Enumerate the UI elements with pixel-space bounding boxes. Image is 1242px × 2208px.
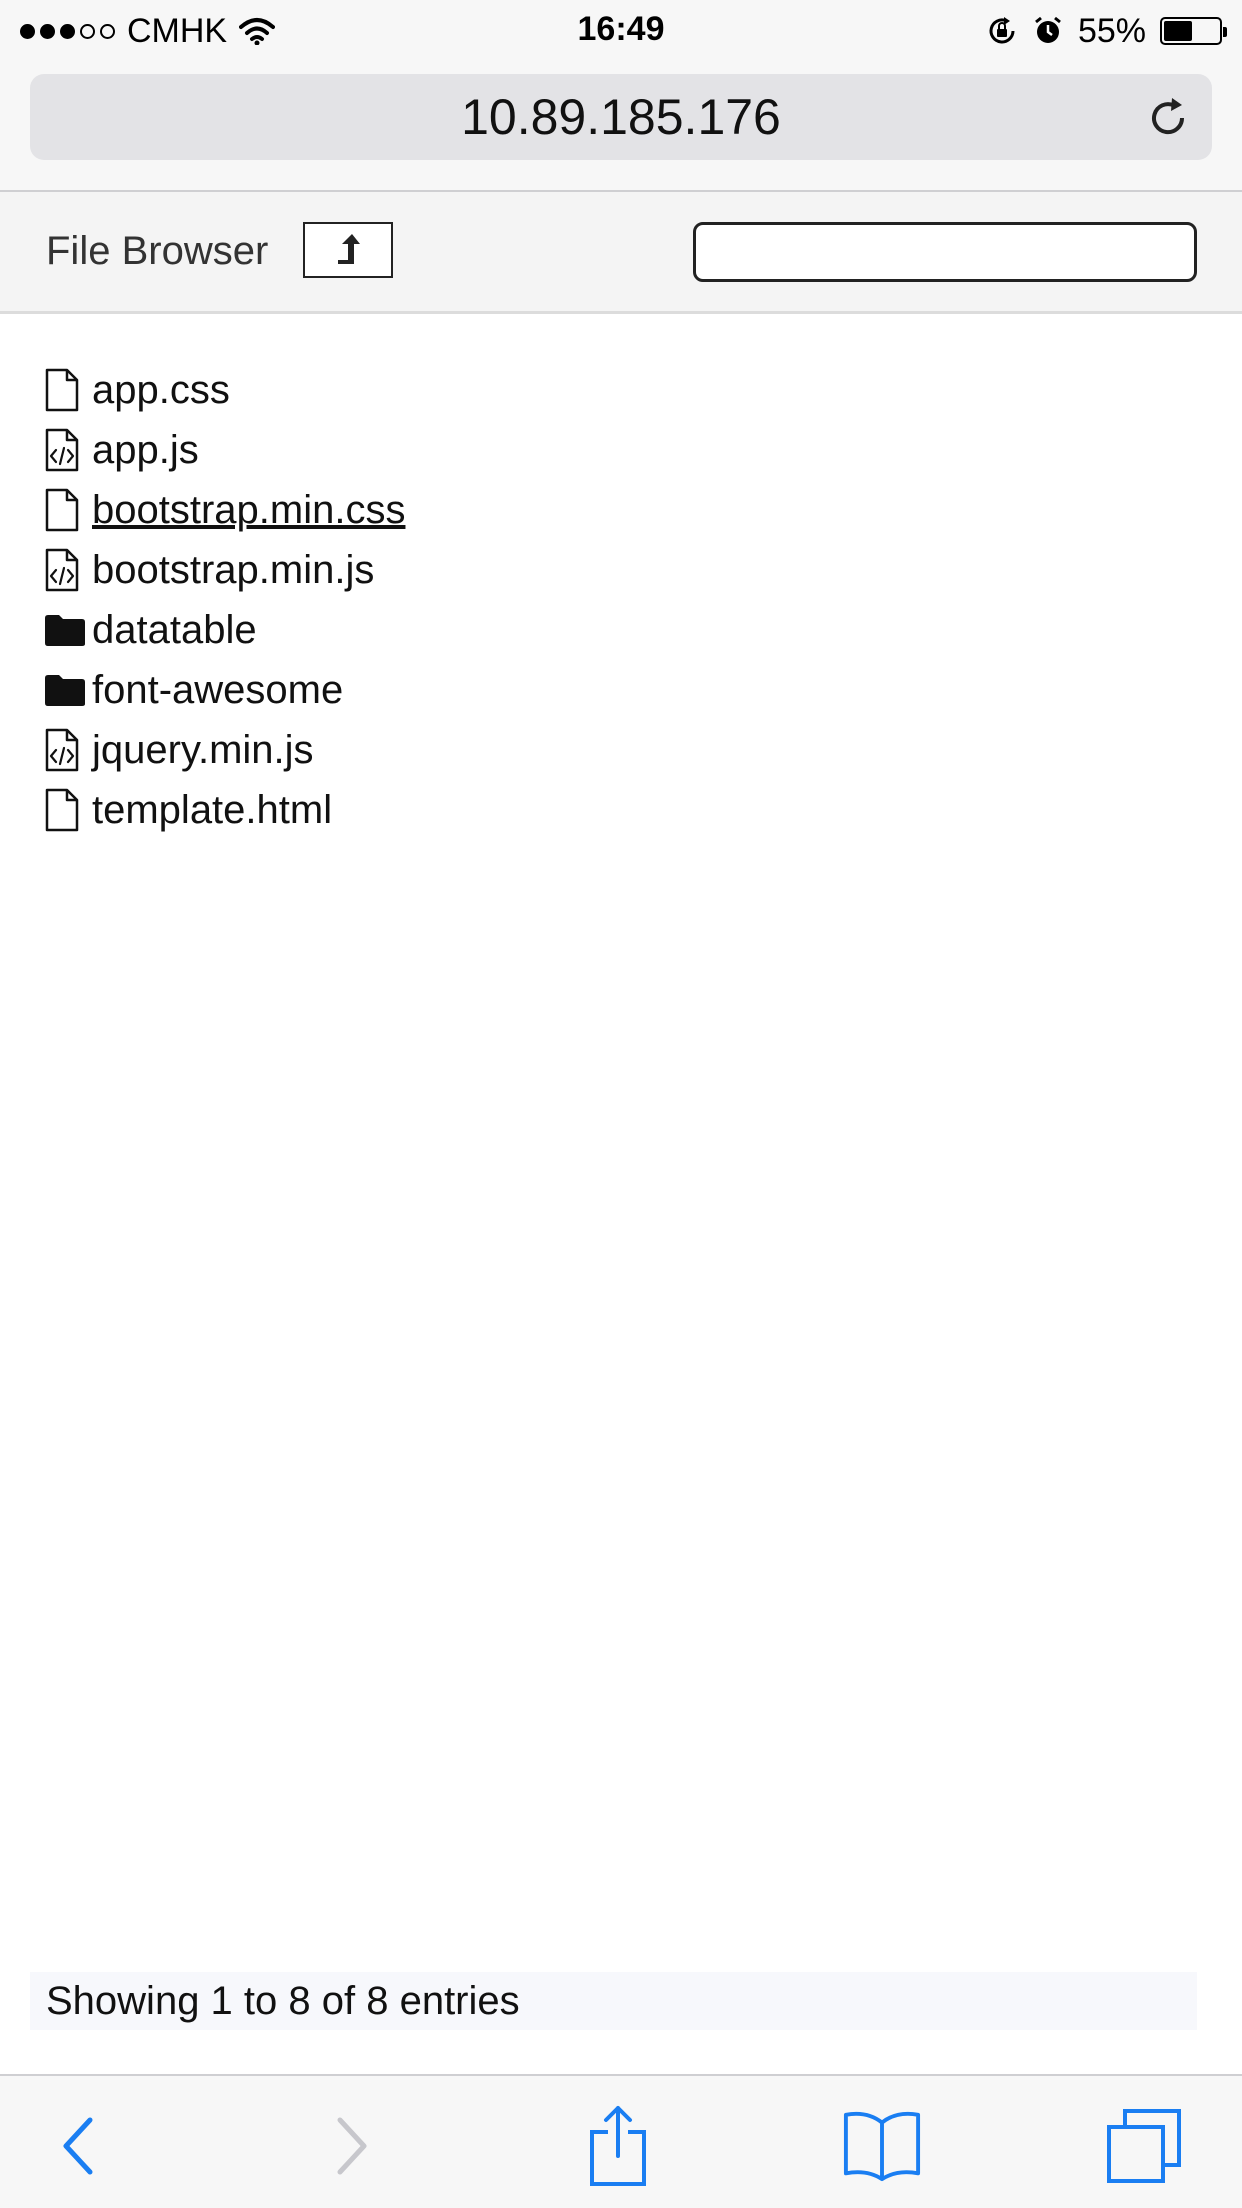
file-list-item[interactable]: bootstrap.min.css [44, 480, 405, 540]
status-bar: CMHK 16:49 55% [0, 0, 1242, 62]
file-icon [44, 485, 90, 535]
status-bar-right: 55% [986, 10, 1227, 52]
file-icon [44, 785, 90, 835]
alarm-icon [1035, 16, 1061, 43]
bookmarks-icon [843, 2111, 921, 2182]
folder-name-link[interactable]: font-awesome [92, 668, 343, 713]
file-list-item[interactable]: jquery.min.js [44, 720, 405, 780]
file-list-item[interactable]: app.js [44, 420, 405, 480]
tabs-icon [1107, 2109, 1181, 2183]
file-list: app.css app.js bootstrap.min.css bootstrap.… [44, 360, 405, 840]
file-name-link[interactable]: app.css [92, 368, 230, 413]
browser-toolbar [0, 2074, 1242, 2208]
folder-name-link[interactable]: datatable [92, 608, 257, 653]
forward-icon [337, 2117, 367, 2175]
address-bar[interactable]: 10.89.185.176 [30, 74, 1212, 160]
file-name-link[interactable]: template.html [92, 788, 332, 833]
file-name-link[interactable]: app.js [92, 428, 199, 473]
entries-info-text: Showing 1 to 8 of 8 entries [46, 1979, 520, 2023]
file-icon [44, 365, 90, 415]
file-list-item[interactable]: font-awesome [44, 660, 405, 720]
file-browser-header: File Browser [0, 192, 1242, 314]
file-name-link[interactable]: bootstrap.min.js [92, 548, 374, 593]
share-button[interactable] [578, 2106, 658, 2186]
battery-icon [1160, 17, 1227, 45]
folder-icon [44, 665, 90, 715]
code-file-icon [44, 425, 90, 475]
search-input[interactable] [693, 222, 1197, 282]
reload-icon[interactable] [1144, 94, 1192, 142]
bookmarks-button[interactable] [842, 2106, 922, 2186]
file-name-link[interactable]: bootstrap.min.css [92, 488, 405, 533]
back-icon [63, 2117, 93, 2175]
orientation-lock-icon [989, 17, 1015, 44]
file-list-item[interactable]: app.css [44, 360, 405, 420]
page-title: File Browser [46, 229, 269, 273]
file-list-item[interactable]: template.html [44, 780, 405, 840]
code-file-icon [44, 545, 90, 595]
share-icon [590, 2106, 646, 2186]
file-list-item[interactable]: datatable [44, 600, 405, 660]
code-file-icon [44, 725, 90, 775]
forward-button[interactable] [312, 2106, 392, 2186]
parent-directory-button[interactable] [303, 222, 393, 278]
file-name-link[interactable]: jquery.min.js [92, 728, 314, 773]
file-list-item[interactable]: bootstrap.min.js [44, 540, 405, 600]
folder-icon [44, 605, 90, 655]
tabs-button[interactable] [1104, 2106, 1184, 2186]
browser-address-area: 10.89.185.176 [0, 62, 1242, 192]
url-text[interactable]: 10.89.185.176 [30, 74, 1212, 160]
battery-percentage: 55% [1077, 11, 1146, 50]
table-info: Showing 1 to 8 of 8 entries [30, 1972, 1197, 2030]
upload-arrow-icon [338, 234, 360, 264]
back-button[interactable] [38, 2106, 118, 2186]
